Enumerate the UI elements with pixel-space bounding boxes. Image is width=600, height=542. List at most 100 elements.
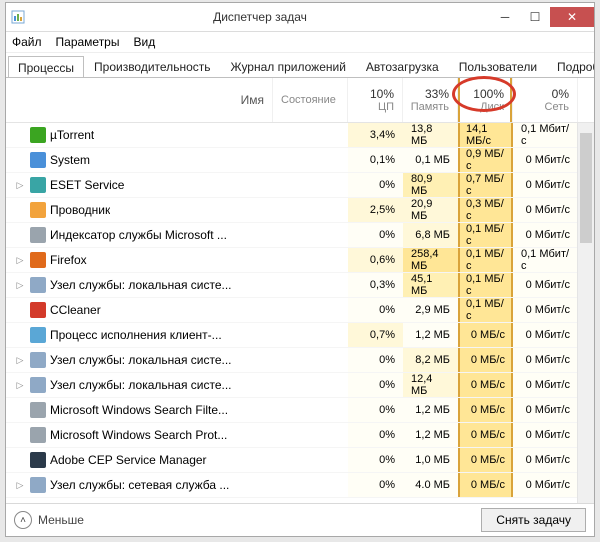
table-row[interactable]: Microsoft Windows Search Prot...0%1,2 МБ… [6, 423, 594, 448]
memory-cell: 258,4 МБ [403, 248, 458, 272]
tab-3[interactable]: Автозагрузка [356, 55, 449, 77]
col-header-name[interactable]: Имя [6, 78, 273, 122]
cpu-cell: 0,6% [348, 248, 403, 272]
process-state [273, 273, 348, 297]
app-icon [30, 252, 46, 268]
table-row[interactable]: Microsoft Windows Search Filte...0%1,2 М… [6, 398, 594, 423]
memory-cell: 13,8 МБ [403, 123, 458, 147]
table-row[interactable]: System0,1%0,1 МБ0,9 МБ/с0 Мбит/с [6, 148, 594, 173]
expand-icon[interactable]: ▷ [14, 480, 26, 491]
expand-icon[interactable]: ▷ [14, 280, 26, 291]
process-name: Узел службы: сетевая служба ... [50, 478, 229, 492]
process-name: Microsoft Windows Search Filte... [50, 403, 228, 417]
expand-icon[interactable]: ▷ [14, 355, 26, 366]
network-cell: 0 Мбит/с [513, 448, 578, 472]
process-name: System [50, 153, 90, 167]
table-row[interactable]: ▷Узел службы: локальная систе...0,3%45,1… [6, 273, 594, 298]
minimize-button[interactable]: ─ [490, 7, 520, 27]
process-state [273, 423, 348, 447]
process-table-body: µTorrent3,4%13,8 МБ14,1 МБ/с0,1 Мбит/с Sy… [6, 123, 594, 503]
table-row[interactable]: ▷Firefox0,6%258,4 МБ0,1 МБ/с0,1 Мбит/с [6, 248, 594, 273]
cpu-cell: 0% [348, 448, 403, 472]
tab-2[interactable]: Журнал приложений [221, 55, 356, 77]
expand-icon[interactable]: ▷ [14, 255, 26, 266]
fewer-details-button[interactable]: ˄ Меньше [14, 511, 84, 529]
tab-1[interactable]: Производительность [84, 55, 220, 77]
memory-cell: 1,2 МБ [403, 398, 458, 422]
table-row[interactable]: Adobe CEP Service Manager0%1,0 МБ0 МБ/с0… [6, 448, 594, 473]
process-name: Процесс исполнения клиент-... [50, 328, 222, 342]
cpu-cell: 2,5% [348, 198, 403, 222]
table-row[interactable]: ▷ Узел службы: сетевая служба ... 0%4.0 МБ… [6, 473, 594, 498]
memory-cell: 12,4 МБ [403, 373, 458, 397]
scrollbar-thumb[interactable] [580, 133, 592, 243]
process-state [273, 448, 348, 472]
app-icon [30, 427, 46, 443]
table-row[interactable]: Проводник2,5%20,9 МБ0,3 МБ/с0 Мбит/с [6, 198, 594, 223]
cpu-cell: 0,1% [348, 148, 403, 172]
close-button[interactable]: ✕ [550, 7, 594, 27]
expand-icon[interactable]: ▷ [14, 380, 26, 391]
table-row[interactable]: ▷Узел службы: локальная систе...0%12,4 М… [6, 373, 594, 398]
cpu-cell: 0% [348, 223, 403, 247]
app-icon [30, 352, 46, 368]
cpu-cell: 0% [348, 473, 403, 497]
memory-cell: 45,1 МБ [403, 273, 458, 297]
memory-cell: 20,9 МБ [403, 198, 458, 222]
memory-cell: 1,2 МБ [403, 323, 458, 347]
network-cell: 0 Мбит/с [513, 223, 578, 247]
tab-4[interactable]: Пользователи [449, 55, 547, 77]
table-row[interactable]: CCleaner0%2,9 МБ0,1 МБ/с0 Мбит/с [6, 298, 594, 323]
col-header-state[interactable]: Состояние [273, 78, 348, 122]
tab-5[interactable]: Подробности [547, 55, 594, 77]
table-row[interactable]: Процесс исполнения клиент-...0,7%1,2 МБ0… [6, 323, 594, 348]
disk-cell: 0,9 МБ/с [458, 148, 513, 172]
disk-cell: 0,1 МБ/с [458, 223, 513, 247]
menu-view[interactable]: Вид [133, 35, 155, 49]
disk-cell: 0,1 МБ/с [458, 273, 513, 297]
col-header-memory[interactable]: 33%Память [403, 78, 458, 122]
app-icon [6, 10, 30, 24]
col-header-network[interactable]: 0%Сеть [513, 78, 578, 122]
disk-cell: 0 МБ/с [458, 448, 513, 472]
chevron-up-icon: ˄ [14, 511, 32, 529]
process-name: CCleaner [50, 303, 101, 317]
table-row[interactable]: ▷ESET Service0%80,9 МБ0,7 МБ/с0 Мбит/с [6, 173, 594, 198]
vertical-scrollbar[interactable] [577, 123, 594, 503]
cpu-cell: 0% [348, 373, 403, 397]
menu-file[interactable]: Файл [12, 35, 42, 49]
menu-bar: Файл Параметры Вид [6, 32, 594, 53]
network-cell: 0,1 Мбит/с [513, 248, 578, 272]
table-row[interactable]: µTorrent3,4%13,8 МБ14,1 МБ/с0,1 Мбит/с [6, 123, 594, 148]
tab-0[interactable]: Процессы [8, 56, 84, 78]
process-name: Adobe CEP Service Manager [50, 453, 207, 467]
memory-cell: 0,1 МБ [403, 148, 458, 172]
app-icon [30, 302, 46, 318]
process-name: Microsoft Windows Search Prot... [50, 428, 227, 442]
maximize-button[interactable]: ☐ [520, 7, 550, 27]
network-cell: 0 Мбит/с [513, 348, 578, 372]
tab-strip: ПроцессыПроизводительностьЖурнал приложе… [6, 53, 594, 78]
network-cell: 0 Мбит/с [513, 373, 578, 397]
process-name: µTorrent [50, 128, 94, 142]
window-title: Диспетчер задач [30, 10, 490, 24]
memory-cell: 4.0 МБ [403, 473, 458, 497]
table-row[interactable]: Индексатор службы Microsoft ...0%6,8 МБ0… [6, 223, 594, 248]
menu-options[interactable]: Параметры [56, 35, 120, 49]
app-icon [30, 477, 46, 493]
network-cell: 0,1 Мбит/с [513, 123, 578, 147]
app-icon [30, 127, 46, 143]
end-task-button[interactable]: Снять задачу [481, 508, 586, 532]
network-cell: 0 Мбит/с [513, 473, 578, 497]
table-row[interactable]: ▷Узел службы: локальная систе...0%8,2 МБ… [6, 348, 594, 373]
network-cell: 0 Мбит/с [513, 323, 578, 347]
disk-cell: 0 МБ/с [458, 398, 513, 422]
title-bar[interactable]: Диспетчер задач ─ ☐ ✕ [6, 3, 594, 32]
process-state [273, 323, 348, 347]
col-header-cpu[interactable]: 10%ЦП [348, 78, 403, 122]
disk-cell: 0 МБ/с [458, 423, 513, 447]
expand-icon[interactable]: ▷ [14, 180, 26, 191]
col-header-disk[interactable]: 100%Диск [458, 78, 513, 122]
disk-cell: 14,1 МБ/с [458, 123, 513, 147]
app-icon [30, 452, 46, 468]
